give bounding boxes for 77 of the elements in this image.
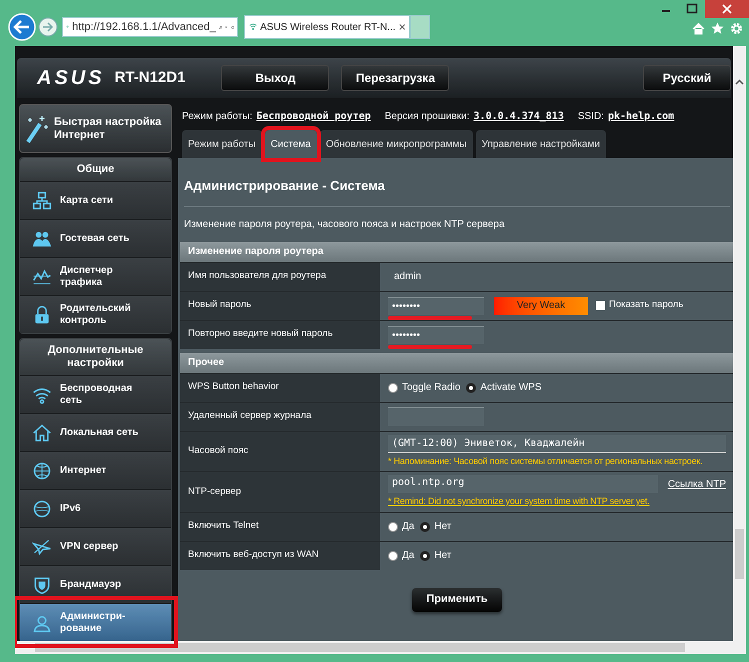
radio-button[interactable]	[388, 550, 398, 560]
status-value[interactable]: 3.0.0.4.374_813	[474, 108, 564, 124]
section-header: Изменение пароля роутера	[180, 242, 734, 262]
address-bar[interactable]: http://192.168.1.1/Advanced_	[62, 17, 238, 37]
field-label: Новый пароль	[180, 292, 380, 320]
sidebar-item[interactable]: Родительский контроль	[20, 295, 171, 333]
radio-button[interactable]	[420, 550, 430, 560]
radio-label: Да	[402, 520, 414, 534]
header-button[interactable]: Перезагрузка	[341, 65, 450, 91]
field-label: WPS Button behavior	[180, 374, 380, 402]
sidebar-item[interactable]: Брандмауэр	[20, 565, 171, 603]
tab[interactable]: Система	[264, 130, 317, 158]
field-value: admin	[394, 270, 422, 284]
globe-icon	[32, 498, 52, 518]
quick-setup-button[interactable]: Быстрая настройка Интернет	[19, 104, 172, 153]
close-icon[interactable]	[705, 0, 749, 18]
radio-button[interactable]	[388, 382, 398, 392]
network-icon	[32, 190, 52, 210]
field-label: Удаленный сервер журнала	[180, 402, 380, 430]
close-icon[interactable]	[398, 23, 405, 31]
password-field[interactable]: ••••••••	[388, 296, 484, 314]
home-icon	[32, 422, 52, 442]
apply-button[interactable]: Применить	[412, 588, 502, 612]
status-value[interactable]: pk-help.com	[608, 108, 674, 124]
language-button[interactable]: Русский	[643, 65, 731, 91]
tab-title: ASUS Wireless Router RT-N...	[260, 20, 396, 34]
radio-button[interactable]	[420, 522, 430, 532]
sidebar-section-title: Общие	[20, 158, 171, 181]
tab[interactable]: Обновление микропрограммы	[320, 130, 473, 158]
field-label: Включить Telnet	[180, 512, 380, 540]
browser-tab[interactable]: ASUS Wireless Router RT-N...	[244, 15, 410, 39]
field-label: Часовой пояс	[180, 432, 380, 471]
globe-icon	[32, 460, 52, 480]
radio-label: Toggle Radio	[402, 381, 460, 395]
status-label: SSID:	[578, 110, 604, 124]
field-label: Включить веб-доступ из WAN	[180, 542, 380, 570]
model-name: RT-N12D1	[114, 68, 186, 88]
field-label: Повторно введите новый пароль	[180, 320, 380, 348]
reminder-text: * Напоминание: Часовой пояс системы отличается от региональных настроек.	[388, 454, 704, 468]
horizontal-scrollbar[interactable]	[15, 641, 746, 654]
radio-button[interactable]	[388, 522, 398, 532]
back-icon[interactable]	[8, 13, 36, 41]
status-label: Режим работы:	[182, 110, 252, 124]
strength-indicator: Very Weak	[494, 296, 588, 314]
page-title: Администрирование - Система	[184, 160, 730, 206]
input-field[interactable]: pool.ntp.org	[388, 475, 658, 493]
radio-label: Activate WPS	[480, 381, 542, 395]
vertical-scrollbar[interactable]	[733, 46, 746, 641]
signal-icon	[249, 22, 258, 32]
scroll-thumb[interactable]	[735, 529, 744, 579]
reminder-link[interactable]: * Remind: Did not synchronize your system time with NTP server yet.	[388, 495, 726, 508]
radio-label: Да	[402, 549, 414, 563]
section-header: Прочее	[180, 352, 734, 372]
field-label: NTP-сервер	[180, 472, 380, 512]
status-label: Версия прошивки:	[384, 110, 470, 124]
sidebar-section-title: Дополнительные настройки	[20, 339, 171, 375]
radio-button[interactable]	[466, 382, 476, 392]
checkbox[interactable]	[596, 301, 605, 310]
radio-label: Нет	[434, 520, 452, 534]
ntp-link[interactable]: Ссылка NTP	[668, 476, 726, 492]
tab[interactable]: Управление настройками	[476, 130, 606, 158]
scroll-thumb[interactable]	[35, 643, 685, 652]
address-text: http://192.168.1.1/Advanced_	[72, 20, 216, 35]
header-button[interactable]: Выход	[221, 65, 330, 91]
password-field[interactable]: ••••••••	[388, 326, 484, 344]
star-icon[interactable]	[711, 22, 724, 35]
field-label: Имя пользователя для роутера	[180, 262, 380, 290]
status-value[interactable]: Беспроводной роутер	[256, 108, 371, 124]
logo: ASUS	[37, 66, 105, 91]
tab[interactable]: Режим работы	[182, 130, 262, 158]
page-description: Изменение пароля роутера, часового пояса и настроек NTP сервера	[184, 218, 506, 232]
shield-icon	[32, 574, 52, 594]
checkbox-label: Показать пароль	[609, 298, 684, 312]
input-field[interactable]	[388, 407, 484, 426]
select-field[interactable]: (GMT-12:00) Эниветок, Кваджалейн	[388, 434, 726, 452]
magic-wand-icon	[24, 114, 50, 144]
radio-label: Нет	[434, 549, 452, 563]
